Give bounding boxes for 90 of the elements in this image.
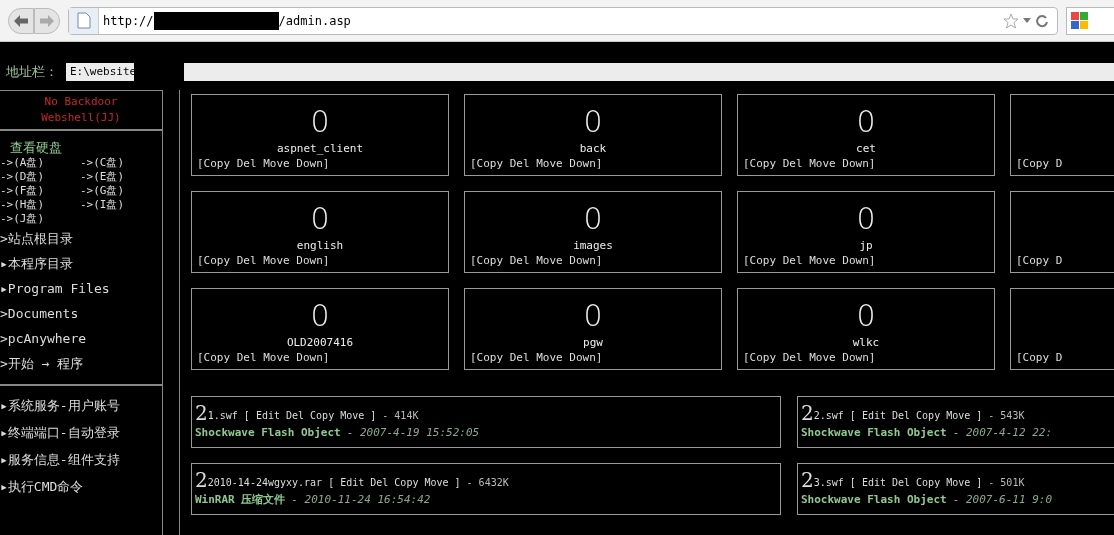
folder-icon[interactable]: 0 [583,300,603,332]
folder-icon[interactable]: 0 [310,203,330,235]
address-label: 地址栏： [6,63,58,82]
page-icon [76,12,91,29]
file-icon: 2 [195,402,208,423]
forward-icon [40,14,54,27]
folder-actions[interactable]: [Copy D [1011,156,1063,172]
file-actions[interactable]: [ Edit Del Copy Move ] [243,408,377,423]
sidebar-link[interactable]: ▸Program Files [0,276,162,301]
folder-name[interactable]: cet [856,142,876,156]
refresh-icon[interactable] [1035,13,1049,28]
file-size: - 501K [988,475,1025,490]
file-actions[interactable]: [ Edit Del Copy Move ] [849,475,983,490]
folder-actions[interactable]: [Copy Del Move Down] [465,253,603,269]
sidebar-link[interactable]: ▸系统服务-用户账号 [0,392,162,419]
sidebar-link[interactable]: >开始 → 程序 [0,351,162,376]
file-size: - 6432K [466,475,509,490]
file-date: - 2007-6-11 9:0 [952,491,1053,508]
back-button[interactable] [8,7,34,34]
folder-name[interactable]: back [579,142,607,156]
drive-link[interactable]: ->(I盘) [80,198,160,212]
file-date: - 2007-4-12 22: [952,424,1053,441]
folder-icon[interactable]: 0 [310,106,330,138]
search-engine-icon [1071,11,1089,30]
file-type: Shockwave Flash Object [195,424,341,441]
section-title: 查看硬盘 [9,139,63,156]
folder-actions[interactable]: [Copy D [1011,350,1063,366]
folder-icon[interactable]: 0 [856,300,876,332]
file-name[interactable]: 3.swf [813,475,844,490]
file-date: - 2010-11-24 16:54:42 [291,491,431,508]
folder-name[interactable]: images [573,239,613,253]
folder-actions[interactable]: [Copy D [1011,253,1063,269]
folder-name[interactable]: wlkc [852,336,880,350]
drive-link[interactable]: ->(A盘) [0,156,80,170]
file-type: Shockwave Flash Object [801,424,947,441]
folder-actions[interactable]: [Copy Del Move Down] [465,350,603,366]
url-field[interactable]: http:// /admin.asp [68,6,1058,35]
file-name[interactable]: 2.swf [813,408,844,423]
file-icon: 2 [195,469,208,490]
folder-actions[interactable]: [Copy Del Move Down] [192,350,330,366]
folder-icon[interactable]: 0 [583,106,603,138]
url-text: /admin.asp [278,12,351,30]
folder-icon[interactable]: 0 [856,203,876,235]
sidebar-link[interactable]: ▸服务信息-组件支持 [0,446,162,473]
drive-link[interactable]: ->(F盘) [0,184,80,198]
folder-name[interactable]: english [296,239,344,253]
drive-link[interactable]: ->(E盘) [80,170,160,184]
drive-link[interactable]: ->(G盘) [80,184,160,198]
address-field[interactable]: E:\website [66,63,1114,81]
folder-name[interactable]: jp [859,239,873,253]
folder-actions[interactable]: [Copy Del Move Down] [192,253,330,269]
sidebar-link[interactable]: >站点根目录 [0,226,162,251]
folder-icon[interactable]: 0 [856,106,876,138]
file-type: Shockwave Flash Object [801,491,947,508]
sidebar-link[interactable]: >Documents [0,301,162,326]
folder-actions[interactable]: [Copy Del Move Down] [738,156,876,172]
back-icon [14,14,28,27]
file-size: - 414K [382,408,419,423]
drive-link[interactable]: ->(D盘) [0,170,80,184]
file-actions[interactable]: [ Edit Del Copy Move ] [849,408,983,423]
file-type: WinRAR 压缩文件 [195,491,286,508]
folder-name[interactable]: aspnet_client [276,142,364,156]
drive-link[interactable]: ->(C盘) [80,156,160,170]
sidebar-title: No Backdoor [44,94,118,110]
folder-name[interactable]: OLD2007416 [286,336,354,350]
file-size: - 543K [988,408,1025,423]
folder-icon[interactable]: 0 [583,203,603,235]
file-icon: 2 [801,402,814,423]
folder-icon[interactable]: 0 [310,300,330,332]
caret-icon[interactable] [1023,17,1031,24]
sidebar-link[interactable]: >pcAnywhere [0,326,162,351]
file-name[interactable]: 2010-14-24wgyxy.rar [207,475,323,490]
folder-actions[interactable]: [Copy Del Move Down] [738,253,876,269]
folder-actions[interactable]: [Copy Del Move Down] [192,156,330,172]
file-icon: 2 [801,469,814,490]
star-icon[interactable] [1003,12,1019,29]
folder-actions[interactable]: [Copy Del Move Down] [738,350,876,366]
file-date: - 2007-4-19 15:52:05 [346,424,480,441]
folder-name[interactable]: pgw [583,336,603,350]
file-name[interactable]: 1.swf [207,408,238,423]
search-engine-button[interactable] [1066,6,1114,35]
file-actions[interactable]: [ Edit Del Copy Move ] [328,475,461,490]
drive-link[interactable]: ->(H盘) [0,198,80,212]
url-text: http:// [103,12,154,30]
sidebar-title: Webshell(JJ) [41,110,121,126]
sidebar-link[interactable]: ▸本程序目录 [0,251,162,276]
folder-actions[interactable]: [Copy Del Move Down] [465,156,603,172]
sidebar-link[interactable]: ▸执行CMD命令 [0,473,162,500]
sidebar-link[interactable]: ▸终端端口-自动登录 [0,419,162,446]
drive-link[interactable]: ->(J盘) [0,212,80,226]
